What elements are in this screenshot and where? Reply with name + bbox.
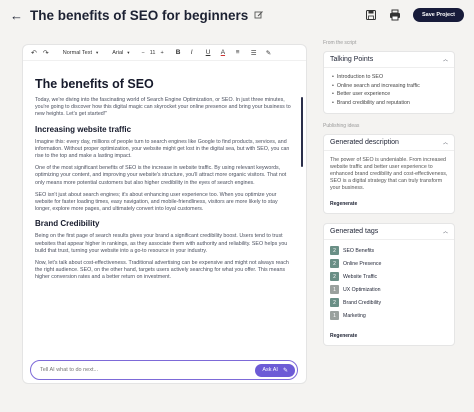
bold-button[interactable]: B [176,47,186,59]
ask-ai-button[interactable]: Ask AI ✎ [255,363,295,377]
scrollbar[interactable] [301,97,303,167]
regenerate-description-button[interactable]: Regenerate [324,195,363,213]
save-project-button[interactable]: Save Project [412,8,464,22]
tags-list: 2 SEO Benefits 2 Online Presence 2 Website … [324,240,454,324]
tag-item[interactable]: 2 Website Traffic [330,272,390,282]
top-bar: ← The benefits of SEO for beginners Save… [0,0,474,30]
tag-item[interactable]: 2 Online Presence [330,259,390,269]
sidebar: From the script Talking Points ︿ Introdu… [323,40,455,355]
generated-description-header[interactable]: Generated description ︿ [324,135,454,152]
tag-item[interactable]: 1 Marketing [330,311,390,321]
paragraph: One of the most significant benefits of … [35,165,287,186]
text-color-icon[interactable]: A [221,47,231,59]
sparkle-wand-icon: ✎ [282,367,288,374]
italic-button[interactable]: I [191,47,201,59]
redo-icon[interactable]: ↷ [43,47,49,59]
font-size-increase-button[interactable]: + [160,47,163,59]
section-label: Publishing ideas [323,123,360,130]
undo-icon[interactable]: ↶ [31,47,37,59]
chevron-up-icon: ︿ [442,229,448,236]
back-arrow-icon[interactable]: ← [10,8,24,23]
font-select[interactable]: Arial ▾ [112,47,129,59]
align-icon[interactable]: ≡ [236,47,246,59]
regenerate-tags-button[interactable]: Regenerate [324,327,363,345]
talking-points-panel: Talking Points ︿ Introduction to SEO Onl… [323,51,455,115]
chevron-down-icon: ▾ [127,49,130,55]
generated-tags-panel: Generated tags ︿ 2 SEO Benefits 2 Online P… [323,223,455,347]
paragraph: Being on the first page of search result… [35,233,288,254]
description-text: The power of SEO is undeniable. From inc… [330,157,448,192]
section-heading: Increasing website traffic [35,124,132,134]
document-title: The benefits of SEO [35,77,154,91]
pencil-icon[interactable] [254,10,264,20]
generated-tags-header[interactable]: Generated tags ︿ [324,224,454,241]
font-size-value[interactable]: 11 [150,47,156,59]
chevron-up-icon: ︿ [442,140,448,147]
editor-card: ↶ ↷ Normal Text ▾ Arial ▾ − 11 + B I U A ≡… [22,44,307,384]
paragraph: Imagine this: every day, millions of peo… [35,138,290,160]
section-heading: Brand Credibility [35,219,100,229]
list-item: Online search and increasing traffic [332,82,446,91]
tag-item[interactable]: 2 SEO Benefits [330,246,390,256]
highlight-pen-icon[interactable]: ✎ [266,47,276,59]
download-icon[interactable] [365,9,377,21]
list-icon[interactable]: ☰ [251,47,261,59]
tag-item[interactable]: 2 Brand Credibility [330,298,390,308]
paragraph: SEO isn't just about search engines; it'… [35,191,278,213]
ask-ai-bar: Ask AI✎ [30,360,298,380]
section-label: From the script [323,40,357,46]
ask-ai-input[interactable] [40,367,256,373]
underline-button[interactable]: U [206,47,216,59]
paragraph: Today, we're diving into the fascinating… [35,97,291,118]
chevron-up-icon: ︿ [442,57,448,63]
print-icon[interactable] [389,9,401,21]
formatting-toolbar: ↶ ↷ Normal Text ▾ Arial ▾ − 11 + B I U A ≡… [23,45,306,61]
page-title: The benefits of SEO for beginners [30,7,249,23]
generated-description-panel: Generated description ︿ The power of SEO… [323,134,455,215]
text-style-select[interactable]: Normal Text ▾ [63,47,99,59]
list-item: Better user experience [332,90,446,99]
chevron-down-icon: ▾ [96,49,99,55]
talking-points-header[interactable]: Talking Points ︿ [324,52,454,68]
font-size-decrease-button[interactable]: − [142,47,145,59]
tag-item[interactable]: 1 UX Optimization [330,285,390,295]
paragraph: Now, let's talk about cost-effectiveness… [35,260,289,281]
document-body[interactable]: The benefits of SEO Today, we're diving … [23,61,306,361]
list-item: Introduction to SEO [332,73,446,82]
list-item: Brand credibility and reputation [332,99,446,108]
talking-points-list: Introduction to SEO Online search and in… [324,68,454,113]
